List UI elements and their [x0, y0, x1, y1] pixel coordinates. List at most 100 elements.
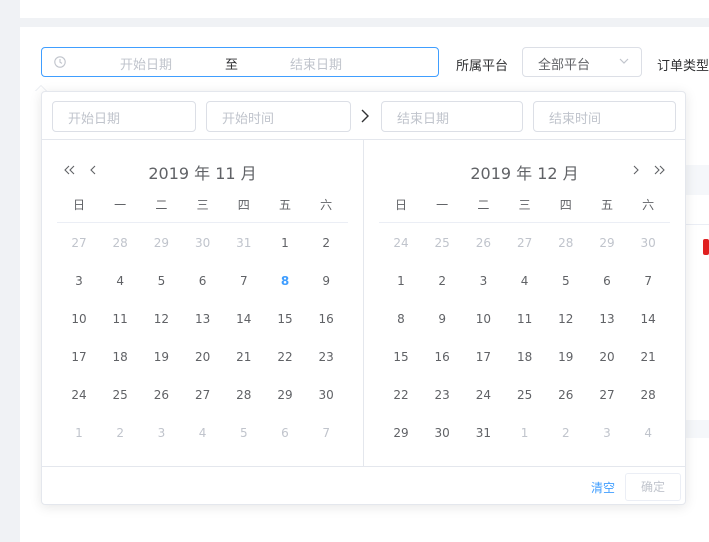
date-cell[interactable]: 31 [230, 231, 258, 255]
date-cell[interactable]: 18 [511, 345, 539, 369]
date-cell[interactable]: 20 [593, 345, 621, 369]
date-cell[interactable]: 8 [387, 307, 415, 331]
date-cell[interactable]: 15 [387, 345, 415, 369]
date-cell[interactable]: 28 [106, 231, 134, 255]
date-cell[interactable]: 27 [65, 231, 93, 255]
date-cell[interactable]: 16 [312, 307, 340, 331]
date-cell[interactable]: 29 [593, 231, 621, 255]
date-cell[interactable]: 3 [147, 421, 175, 445]
date-cell[interactable]: 3 [469, 269, 497, 293]
date-cell[interactable]: 29 [271, 383, 299, 407]
date-cell[interactable]: 4 [511, 269, 539, 293]
date-cell[interactable]: 7 [230, 269, 258, 293]
date-cell[interactable]: 31 [469, 421, 497, 445]
weekday-header: 五 [600, 198, 613, 212]
date-cell[interactable]: 5 [552, 269, 580, 293]
date-cell[interactable]: 14 [634, 307, 662, 331]
date-cell[interactable]: 7 [312, 421, 340, 445]
date-cell[interactable]: 18 [106, 345, 134, 369]
date-cell[interactable]: 29 [147, 231, 175, 255]
date-cell[interactable]: 14 [230, 307, 258, 331]
date-cell[interactable]: 28 [230, 383, 258, 407]
date-cell[interactable]: 10 [65, 307, 93, 331]
date-cell[interactable]: 23 [312, 345, 340, 369]
date-cell[interactable]: 16 [428, 345, 456, 369]
date-cell[interactable]: 27 [511, 231, 539, 255]
date-cell[interactable]: 19 [552, 345, 580, 369]
date-cell[interactable]: 6 [189, 269, 217, 293]
next-year-icon[interactable] [653, 165, 665, 175]
date-cell[interactable]: 21 [634, 345, 662, 369]
date-cell[interactable]: 6 [593, 269, 621, 293]
date-cell[interactable]: 25 [106, 383, 134, 407]
date-cell[interactable]: 17 [65, 345, 93, 369]
date-cell[interactable]: 19 [147, 345, 175, 369]
date-cell[interactable]: 26 [552, 383, 580, 407]
date-cell[interactable]: 26 [469, 231, 497, 255]
date-cell[interactable]: 28 [552, 231, 580, 255]
date-cell[interactable]: 26 [147, 383, 175, 407]
date-cell[interactable]: 5 [147, 269, 175, 293]
weekday-header: 二 [477, 198, 490, 212]
date-cell[interactable]: 2 [312, 231, 340, 255]
confirm-button[interactable]: 确定 [625, 473, 681, 501]
date-cell[interactable]: 1 [65, 421, 93, 445]
clock-icon [54, 56, 66, 68]
date-cell[interactable]: 12 [147, 307, 175, 331]
date-range-input[interactable]: 开始日期 至 结束日期 [41, 47, 439, 77]
date-cell[interactable]: 24 [469, 383, 497, 407]
date-cell[interactable]: 22 [387, 383, 415, 407]
date-cell[interactable]: 30 [428, 421, 456, 445]
start-date-input[interactable]: 开始日期 [52, 101, 196, 132]
date-cell[interactable]: 4 [106, 269, 134, 293]
date-cell[interactable]: 13 [189, 307, 217, 331]
date-cell[interactable]: 9 [428, 307, 456, 331]
date-cell[interactable]: 20 [189, 345, 217, 369]
date-cell[interactable]: 12 [552, 307, 580, 331]
date-cell[interactable]: 25 [428, 231, 456, 255]
date-cell[interactable]: 1 [271, 231, 299, 255]
date-cell[interactable]: 21 [230, 345, 258, 369]
date-cell[interactable]: 5 [230, 421, 258, 445]
date-cell[interactable]: 22 [271, 345, 299, 369]
end-time-input[interactable]: 结束时间 [533, 101, 676, 132]
date-cell[interactable]: 15 [271, 307, 299, 331]
start-time-input[interactable]: 开始时间 [206, 101, 351, 132]
date-cell[interactable]: 9 [312, 269, 340, 293]
date-cell[interactable]: 3 [65, 269, 93, 293]
next-month-icon[interactable] [629, 165, 641, 175]
date-cell[interactable]: 7 [634, 269, 662, 293]
date-cell[interactable]: 25 [511, 383, 539, 407]
date-cell[interactable]: 2 [552, 421, 580, 445]
start-date-placeholder[interactable]: 开始日期 [120, 54, 172, 73]
end-date-placeholder[interactable]: 结束日期 [290, 54, 342, 73]
date-cell[interactable]: 4 [189, 421, 217, 445]
date-cell[interactable]: 17 [469, 345, 497, 369]
clear-button[interactable]: 清空 [591, 479, 615, 496]
date-cell[interactable]: 4 [634, 421, 662, 445]
date-cell[interactable]: 28 [634, 383, 662, 407]
date-cell[interactable]: 29 [387, 421, 415, 445]
date-cell[interactable]: 1 [511, 421, 539, 445]
date-cell[interactable]: 11 [106, 307, 134, 331]
date-cell[interactable]: 30 [634, 231, 662, 255]
date-cell[interactable]: 2 [106, 421, 134, 445]
date-cell[interactable]: 1 [387, 269, 415, 293]
date-cell[interactable]: 6 [271, 421, 299, 445]
top-card [20, 0, 709, 18]
end-date-input[interactable]: 结束日期 [381, 101, 523, 132]
date-cell[interactable]: 3 [593, 421, 621, 445]
date-cell[interactable]: 27 [189, 383, 217, 407]
date-cell[interactable]: 24 [65, 383, 93, 407]
date-cell[interactable]: 10 [469, 307, 497, 331]
date-cell[interactable]: 23 [428, 383, 456, 407]
date-cell[interactable]: 30 [189, 231, 217, 255]
date-cell[interactable]: 2 [428, 269, 456, 293]
date-cell-today[interactable]: 8 [271, 269, 299, 293]
platform-select[interactable]: 全部平台 [522, 47, 642, 77]
date-cell[interactable]: 13 [593, 307, 621, 331]
date-cell[interactable]: 27 [593, 383, 621, 407]
date-cell[interactable]: 24 [387, 231, 415, 255]
date-cell[interactable]: 11 [511, 307, 539, 331]
date-cell[interactable]: 30 [312, 383, 340, 407]
